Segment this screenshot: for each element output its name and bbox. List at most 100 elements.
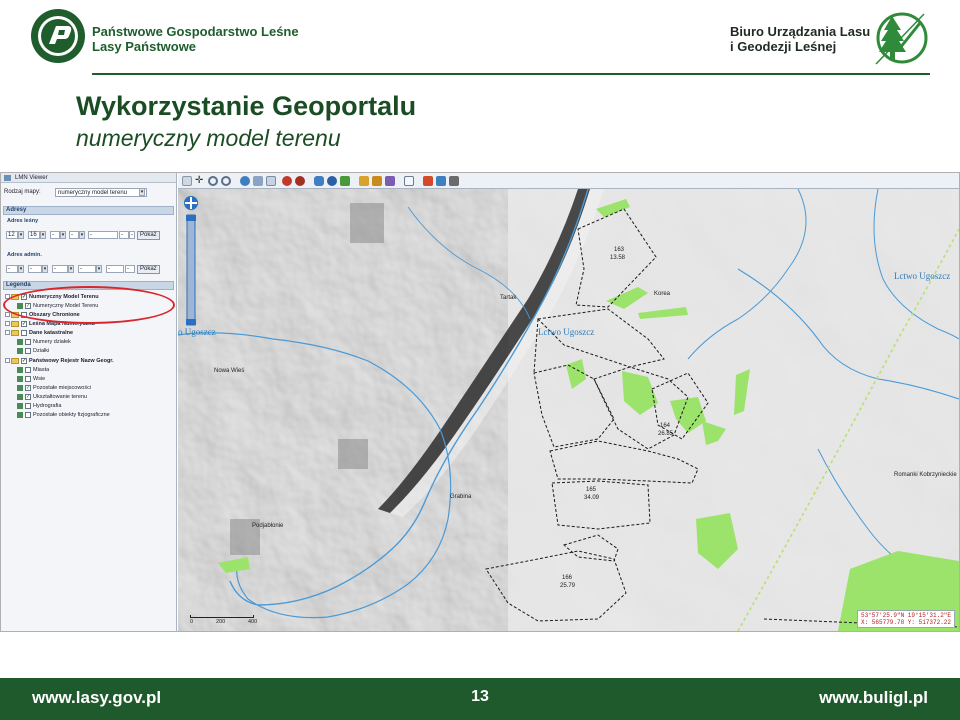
zoom-in-icon[interactable] <box>208 176 218 186</box>
checkbox-icon[interactable] <box>25 347 31 354</box>
admin-field-4[interactable]: - <box>78 265 96 273</box>
chevron-down-icon[interactable]: ▾ <box>68 265 74 273</box>
checkbox-icon[interactable] <box>21 329 27 336</box>
adres-field-2[interactable]: 16 <box>28 231 40 239</box>
checkbox-icon[interactable] <box>25 411 31 418</box>
layer-icon <box>17 338 23 345</box>
label-c166a: 25.79 <box>560 583 576 589</box>
legend-item-pozostale-miejsc[interactable]: ✓ Pozostałe miejscowości <box>17 384 91 392</box>
map-type-value: numeryczny model terenu <box>58 190 128 196</box>
measure-icon[interactable] <box>359 176 369 186</box>
label-c163: 163 <box>614 247 625 253</box>
zoom-box-icon[interactable] <box>253 176 263 186</box>
section-adresy[interactable]: Adresy <box>3 206 174 215</box>
legend-item-miasta[interactable]: Miasta <box>17 366 49 374</box>
area-icon[interactable] <box>372 176 382 186</box>
show-lesny-button[interactable]: Pokaż <box>137 231 160 240</box>
coords-geo: 53°57'25.9"N 19°15'31.2"E <box>860 612 951 619</box>
chevron-down-icon[interactable]: ▾ <box>96 265 102 273</box>
legend-label: Działki <box>33 348 50 354</box>
zoom-out-icon[interactable] <box>221 176 231 186</box>
expand-icon[interactable] <box>5 312 10 318</box>
legend-label: Pozostałe obiekty fizjograficzne <box>33 412 110 418</box>
map-type-dropdown-icon[interactable]: ▾ <box>139 188 145 196</box>
window-icon[interactable] <box>404 176 414 186</box>
adres-field-7[interactable]: - <box>129 231 135 239</box>
admin-field-2[interactable]: - <box>28 265 42 273</box>
adres-admin-label: Adres admin. <box>7 252 42 258</box>
zoom-control[interactable] <box>183 195 199 335</box>
pan-tool-icon[interactable] <box>182 176 192 186</box>
search-dark-icon[interactable] <box>295 176 305 186</box>
info-icon[interactable] <box>314 176 324 186</box>
chevron-down-icon[interactable]: ▾ <box>18 231 24 239</box>
chevron-down-icon[interactable]: ▾ <box>18 265 24 273</box>
export-icon[interactable] <box>436 176 446 186</box>
label-c165a: 34.09 <box>584 495 600 501</box>
adres-field-5[interactable]: - <box>88 231 118 239</box>
draw-icon[interactable] <box>423 176 433 186</box>
footer-url-right[interactable]: www.buligl.pl <box>819 688 928 708</box>
label-c166: 166 <box>562 575 573 581</box>
chevron-down-icon[interactable]: ▾ <box>60 231 66 239</box>
admin-field-1[interactable]: - <box>6 265 18 273</box>
scale-tick-0: 0 <box>190 619 194 625</box>
identify-icon[interactable] <box>327 176 337 186</box>
legend-item-numery[interactable]: Numery działek <box>17 338 71 346</box>
tree-icon[interactable] <box>340 176 350 186</box>
layers-icon[interactable] <box>385 176 395 186</box>
legend-item-prng[interactable]: ✓ Państwowy Rejestr Nazw Geogr. <box>5 357 114 365</box>
org-name: Państwowe Gospodarstwo Leśne Lasy Państw… <box>92 24 299 54</box>
scale-tick-200: 200 <box>216 619 226 625</box>
expand-icon[interactable] <box>5 330 10 336</box>
label-c165: 165 <box>586 487 597 493</box>
checkbox-icon[interactable] <box>25 375 31 382</box>
map-label-romanki: Romanki Kobrzyniec­kie <box>894 472 957 478</box>
extent-icon[interactable] <box>266 176 276 186</box>
adres-field-4[interactable]: - <box>69 231 79 239</box>
zoom-slider-icon[interactable] <box>183 195 199 335</box>
legend-item-wsie[interactable]: Wsie <box>17 375 45 383</box>
show-admin-button[interactable]: Pokaż <box>137 265 160 274</box>
checkbox-icon[interactable] <box>25 366 31 373</box>
chevron-down-icon[interactable]: ▾ <box>42 265 48 273</box>
viewer-side-panel: LMN Viewer Rodzaj mapy: numeryczny model… <box>1 173 177 631</box>
footer-url-left[interactable]: www.lasy.gov.pl <box>32 688 161 708</box>
biuro-name-line2: i Geodezji Leśnej <box>730 39 837 54</box>
map-type-select[interactable]: numeryczny model terenu <box>55 188 147 197</box>
move-tool-icon[interactable]: ✛ <box>195 176 205 186</box>
biuro-name: Biuro Urządzania Lasu i Geodezji Leśnej <box>730 24 870 54</box>
expand-icon[interactable] <box>5 321 10 327</box>
legend-item-fizjograficzne[interactable]: Pozostałe obiekty fizjograficzne <box>17 411 110 419</box>
checkbox-icon[interactable]: ✓ <box>25 393 31 400</box>
layer-icon <box>17 393 23 400</box>
admin-field-6[interactable]: - <box>125 265 135 273</box>
legend-item-kataster[interactable]: Dane katastralne <box>5 329 73 337</box>
checkbox-icon[interactable]: ✓ <box>21 357 27 364</box>
legend-item-dzialki[interactable]: Działki <box>17 347 49 355</box>
adres-field-6[interactable]: - <box>119 231 129 239</box>
adres-field-1[interactable]: 12 <box>6 231 18 239</box>
print-icon[interactable] <box>449 176 459 186</box>
chevron-down-icon[interactable]: ▾ <box>79 231 85 239</box>
checkbox-icon[interactable]: ✓ <box>25 384 31 391</box>
label-c164: 164 <box>660 423 671 429</box>
checkbox-icon[interactable] <box>25 338 31 345</box>
search-red-icon[interactable] <box>282 176 292 186</box>
legend-item-hydrografia[interactable]: Hydrografia <box>17 402 61 410</box>
checkbox-icon[interactable] <box>25 402 31 409</box>
footer-bar: www.lasy.gov.pl 13 www.buligl.pl <box>0 678 960 720</box>
adres-field-3[interactable]: - <box>50 231 60 239</box>
admin-field-3[interactable]: - <box>52 265 68 273</box>
checkbox-icon[interactable]: ✓ <box>21 320 27 327</box>
folder-icon <box>11 320 19 327</box>
legend-item-uksztaltowanie[interactable]: ✓ Ukształtowanie terenu <box>17 393 87 401</box>
expand-icon[interactable] <box>5 358 10 364</box>
chevron-down-icon[interactable]: ▾ <box>40 231 46 239</box>
app-icon <box>4 175 11 181</box>
globe-icon[interactable] <box>240 176 250 186</box>
admin-field-5[interactable]: - <box>106 265 124 273</box>
map-type-label: Rodzaj mapy: <box>4 189 41 195</box>
map-label-ugoszcz-1: Lctwo Ugoszcz <box>894 271 951 281</box>
map-canvas[interactable]: 163 13.58 164 26.85 165 34.09 166 25.79 <box>178 189 959 631</box>
